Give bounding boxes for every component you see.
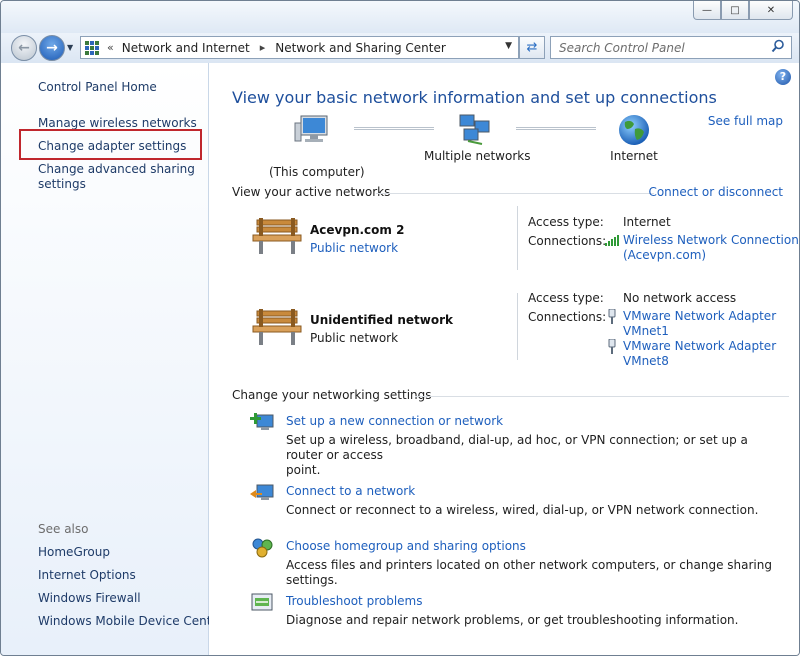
window-controls: — □ ✕ xyxy=(693,1,793,20)
vmnet1-adapter-link[interactable]: VMware Network Adapter VMnet1 xyxy=(623,309,776,339)
wireless-connection-link[interactable]: Wireless Network Connection (Acevpn.com) xyxy=(623,233,799,263)
public-network-bench-icon[interactable] xyxy=(251,307,303,347)
connect-network-icon xyxy=(250,484,274,500)
network-category-link[interactable]: Public network xyxy=(310,241,398,255)
connection-name: VMnet1 xyxy=(623,324,669,338)
back-button[interactable]: ← xyxy=(11,35,37,61)
sidebar-item-label: settings xyxy=(38,177,86,191)
map-networks-label: Multiple networks xyxy=(424,149,531,163)
network-category: Public network xyxy=(310,331,399,345)
vmnet8-adapter-link[interactable]: VMware Network Adapter VMnet8 xyxy=(623,339,776,369)
connection-name: VMware Network Adapter xyxy=(623,339,777,353)
sidebar-control-panel-home[interactable]: Control Panel Home xyxy=(38,80,157,94)
see-also-windows-firewall[interactable]: Windows Firewall xyxy=(38,591,141,605)
task-description: Diagnose and repair network problems, or… xyxy=(286,613,739,627)
refresh-button[interactable]: ⇄ xyxy=(519,36,545,59)
public-network-bench-icon[interactable] xyxy=(251,216,303,256)
new-connection-icon xyxy=(250,413,274,430)
divider xyxy=(415,396,789,397)
history-dropdown-icon[interactable]: ▼ xyxy=(67,43,73,52)
map-connector-line xyxy=(516,127,596,130)
sidebar-item-label: Change advanced sharing xyxy=(38,162,195,176)
see-also-heading: See also xyxy=(38,522,89,536)
see-also-mobile-device-center[interactable]: Windows Mobile Device Center xyxy=(38,614,224,628)
network-sharing-center-window: — □ ✕ ← → ▼ « Network and Internet ▸ Net… xyxy=(0,0,800,656)
minimize-button[interactable]: — xyxy=(693,1,721,20)
connection-name: VMware Network Adapter xyxy=(623,309,777,323)
highlight-box xyxy=(19,129,202,160)
task-description: Set up a wireless, broadband, dial-up, a… xyxy=(286,433,786,478)
task-description: Connect or reconnect to a wireless, wire… xyxy=(286,503,759,517)
access-type-value: No network access xyxy=(623,291,737,305)
breadcrumb-network-internet[interactable]: Network and Internet xyxy=(122,41,250,55)
navigation-bar: ← → ▼ « Network and Internet ▸ Network a… xyxy=(1,33,799,63)
connections-label: Connections: xyxy=(528,310,607,324)
task-setup-connection-link[interactable]: Set up a new connection or network xyxy=(286,414,503,428)
search-box[interactable] xyxy=(550,36,792,59)
sidebar: Control Panel Home Manage wireless netwo… xyxy=(1,63,224,655)
divider xyxy=(517,206,518,270)
task-connect-network-link[interactable]: Connect to a network xyxy=(286,484,415,498)
main-content: ? View your basic network information an… xyxy=(209,63,799,655)
ethernet-plug-icon xyxy=(608,309,616,324)
access-type-label: Access type: xyxy=(528,215,604,229)
control-panel-icon xyxy=(85,40,101,55)
forward-arrow-icon: → xyxy=(46,40,58,56)
map-computer-node: (This computer) xyxy=(269,113,365,179)
see-also-internet-options[interactable]: Internet Options xyxy=(38,568,136,582)
back-arrow-icon: ← xyxy=(18,40,30,56)
task-troubleshoot-link[interactable]: Troubleshoot problems xyxy=(286,594,422,608)
connection-name: VMnet8 xyxy=(623,354,669,368)
computer-icon xyxy=(294,115,328,142)
homegroup-icon xyxy=(252,538,273,558)
map-computer-label: (This computer) xyxy=(269,165,365,179)
refresh-icon: ⇄ xyxy=(526,40,538,55)
connection-name: (Acevpn.com) xyxy=(623,248,707,262)
active-networks-heading: View your active networks xyxy=(232,185,391,199)
connections-label: Connections: xyxy=(528,234,607,248)
task-description: Access files and printers located on oth… xyxy=(286,558,772,587)
connect-disconnect-link[interactable]: Connect or disconnect xyxy=(648,185,783,199)
troubleshoot-icon xyxy=(251,593,273,611)
wifi-signal-icon xyxy=(605,235,619,246)
breadcrumb-separator[interactable]: ▸ xyxy=(260,41,266,54)
ethernet-plug-icon xyxy=(608,339,616,354)
forward-button[interactable]: → xyxy=(39,35,65,61)
map-connector-line xyxy=(354,127,434,130)
multiple-networks-icon xyxy=(459,114,490,145)
access-type-value: Internet xyxy=(623,215,671,229)
divider xyxy=(376,193,654,194)
address-bar[interactable]: « Network and Internet ▸ Network and Sha… xyxy=(80,36,519,59)
map-networks-node[interactable]: Multiple networks xyxy=(424,113,531,163)
breadcrumb-overflow[interactable]: « xyxy=(107,41,114,54)
search-icon[interactable] xyxy=(771,39,785,53)
breadcrumb-sharing-center[interactable]: Network and Sharing Center xyxy=(275,41,446,55)
address-dropdown-icon[interactable]: ▼ xyxy=(505,41,512,51)
sidebar-manage-wireless-networks[interactable]: Manage wireless networks xyxy=(38,116,197,130)
divider xyxy=(517,293,518,360)
access-type-label: Access type: xyxy=(528,291,604,305)
network-name: Unidentified network xyxy=(310,313,453,327)
task-description-line: point. xyxy=(286,463,321,477)
see-also-homegroup[interactable]: HomeGroup xyxy=(38,545,110,559)
help-icon[interactable]: ? xyxy=(775,69,791,85)
title-bar: — □ ✕ xyxy=(1,1,799,33)
maximize-button[interactable]: □ xyxy=(721,1,749,20)
see-full-map-link[interactable]: See full map xyxy=(708,114,783,128)
connection-name: Wireless Network Connection xyxy=(623,233,799,247)
change-settings-heading: Change your networking settings xyxy=(232,388,432,402)
task-description-line: Set up a wireless, broadband, dial-up, a… xyxy=(286,433,748,462)
globe-icon xyxy=(619,115,649,145)
map-internet-label: Internet xyxy=(610,149,658,163)
page-title: View your basic network information and … xyxy=(232,88,717,107)
sidebar-change-advanced-sharing[interactable]: Change advanced sharing settings xyxy=(38,162,195,192)
network-name: Acevpn.com 2 xyxy=(310,223,405,237)
search-input[interactable] xyxy=(557,39,761,56)
close-button[interactable]: ✕ xyxy=(749,1,793,20)
map-internet-node[interactable]: Internet xyxy=(594,113,674,163)
task-homegroup-link[interactable]: Choose homegroup and sharing options xyxy=(286,539,526,553)
